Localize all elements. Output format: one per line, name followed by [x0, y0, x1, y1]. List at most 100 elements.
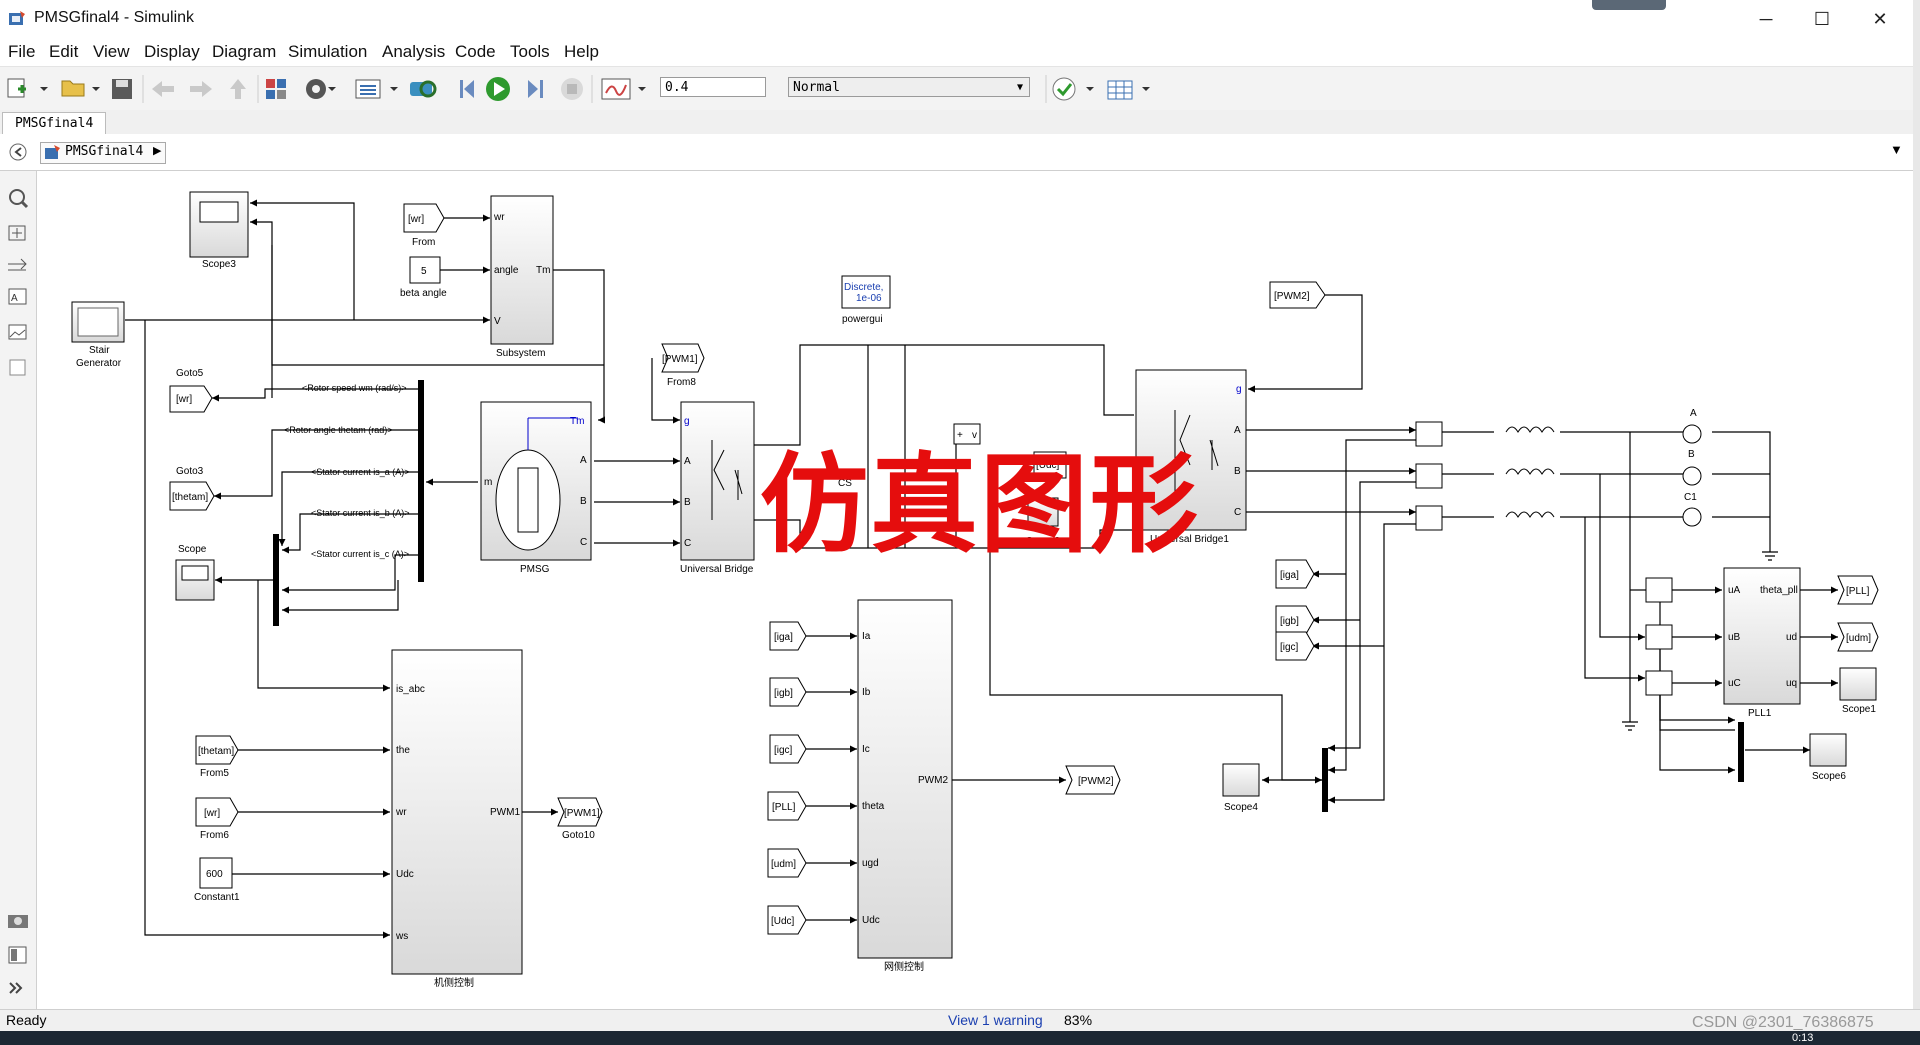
subsystem-label: Subsystem — [496, 348, 545, 359]
gsc-in-ic: Ic — [862, 744, 870, 755]
va-measurement[interactable] — [1645, 577, 1673, 603]
from-label: From — [412, 237, 435, 248]
goto5-tag: [wr] — [176, 394, 192, 405]
beta-value: 5 — [421, 266, 427, 277]
signal-rotor-angle: <Rotor angle thetam (rad)> — [284, 425, 393, 435]
goto-igc-tag: [igc] — [1280, 642, 1299, 653]
source-b[interactable] — [1682, 466, 1702, 486]
ic-measurement[interactable] — [1415, 505, 1443, 531]
ub-b-port: B — [684, 497, 691, 508]
scope1-block[interactable] — [1839, 667, 1877, 701]
msc-in-isabc: is_abc — [396, 684, 425, 695]
status-warning-link[interactable]: View 1 warning — [948, 1012, 1043, 1028]
ib-measurement[interactable] — [1415, 463, 1443, 489]
inductor-c[interactable] — [1505, 511, 1555, 518]
universal-bridge-block[interactable] — [680, 401, 755, 561]
pll-ub: uB — [1728, 632, 1741, 643]
status-zoom: 83% — [1064, 1012, 1093, 1028]
constant1-label: Constant1 — [194, 892, 240, 903]
beta-label: beta angle — [400, 288, 447, 299]
vc-measurement[interactable] — [1645, 670, 1673, 696]
msc-in-wr: wr — [395, 807, 407, 818]
pmsg-tm-port: Tm — [570, 416, 584, 427]
sub-wr-port: wr — [493, 212, 505, 223]
scope4-mux[interactable] — [1322, 748, 1328, 812]
signal-stator-c: <Stator current is_c (A)> — [311, 549, 409, 559]
powergui-label: powergui — [842, 314, 883, 325]
scope6-mux[interactable] — [1738, 722, 1744, 782]
inductor-a[interactable] — [1505, 426, 1555, 433]
scope6-block[interactable] — [1809, 733, 1847, 767]
sub-tm-port: Tm — [536, 265, 550, 276]
gsc-from-udc-tag: [Udc] — [771, 916, 795, 927]
msc-in-udc: Udc — [396, 869, 414, 880]
msc-out-pwm1: PWM1 — [490, 807, 520, 818]
from6-tag: [wr] — [204, 808, 220, 819]
ub1-b-port: B — [1234, 466, 1241, 477]
ub-g-port: g — [684, 416, 690, 427]
ia-measurement[interactable] — [1415, 421, 1443, 447]
gsc-from-igc-tag: [igc] — [774, 745, 793, 756]
source-b-label: B — [1688, 449, 1695, 460]
vertical-scrollbar[interactable] — [1913, 0, 1920, 1045]
goto5-label: Goto5 — [176, 368, 204, 379]
stair-label-2: Generator — [76, 358, 122, 369]
goto-pwm2-tag: [PWM2] — [1078, 776, 1114, 787]
powergui-line1: Discrete, — [844, 282, 883, 293]
pll1-label: PLL1 — [1748, 708, 1772, 719]
msc-label: 机侧控制 — [434, 976, 474, 989]
pll-uq: uq — [1786, 678, 1797, 689]
from5-tag: [thetam] — [198, 746, 234, 757]
ub-c-port: C — [684, 538, 691, 549]
constant1-value: 600 — [206, 869, 223, 880]
signal-stator-a: <Stator current is_a (A)> — [311, 467, 410, 477]
taskbar: 0:13 — [0, 1031, 1920, 1045]
status-bar: Ready View 1 warning 83% — [0, 1009, 1920, 1032]
from-wr-tag: [wr] — [408, 214, 424, 225]
source-c1-label: C1 — [1684, 492, 1697, 503]
scope4-label: Scope4 — [1224, 802, 1258, 813]
inductor-b[interactable] — [1505, 468, 1555, 475]
taskbar-clock: 0:13 — [1792, 1032, 1814, 1044]
source-c1[interactable] — [1682, 507, 1702, 527]
pmsg-label: PMSG — [520, 564, 550, 575]
from6-label: From6 — [200, 830, 229, 841]
watermark-text: 仿真图形 — [760, 443, 1201, 568]
from8-tag: [PWM1] — [662, 354, 698, 365]
gsc-in-udc: Udc — [862, 915, 880, 926]
goto3-label: Goto3 — [176, 466, 204, 477]
from5-label: From5 — [200, 768, 229, 779]
pll-theta: theta_pll — [1760, 585, 1798, 596]
msc-in-ws: ws — [395, 931, 408, 942]
pmsg-b-port: B — [580, 496, 587, 507]
gsc-from-udm-tag: [udm] — [771, 859, 796, 870]
gsc-in-ib: Ib — [862, 687, 871, 698]
pmsg-a-port: A — [580, 455, 587, 466]
status-ready: Ready — [6, 1012, 47, 1028]
goto-udm-tag: [udm] — [1846, 633, 1871, 644]
goto-pll-tag: [PLL] — [1846, 586, 1870, 597]
source-a-label: A — [1690, 408, 1697, 419]
ub1-a-port: A — [1234, 425, 1241, 436]
ub-label: Universal Bridge — [680, 564, 754, 575]
pll-ud: ud — [1786, 632, 1797, 643]
scope6-label: Scope6 — [1812, 771, 1846, 782]
ub1-c-port: C — [1234, 507, 1241, 518]
goto10-label: Goto10 — [562, 830, 595, 841]
mux-bar[interactable] — [273, 534, 279, 626]
pll-ua: uA — [1728, 585, 1741, 596]
signal-stator-b: <Stator current is_b (A)> — [311, 508, 410, 518]
gsc-from-pll-tag: [PLL] — [772, 802, 796, 813]
sub-v-port: V — [494, 316, 501, 327]
goto10-tag: [PWM1] — [564, 808, 600, 819]
scope1-label: Scope1 — [1842, 704, 1876, 715]
pmsg-m-port: m — [484, 477, 492, 488]
goto-igb-tag: [igb] — [1280, 616, 1299, 627]
csdn-watermark: CSDN @2301_76386875 — [1692, 1014, 1874, 1031]
scope-label: Scope — [178, 544, 207, 555]
scope4-block[interactable] — [1222, 763, 1260, 797]
bus-selector[interactable] — [418, 380, 424, 582]
source-a[interactable] — [1682, 424, 1702, 444]
scope3-label: Scope3 — [202, 259, 236, 270]
vb-measurement[interactable] — [1645, 624, 1673, 650]
